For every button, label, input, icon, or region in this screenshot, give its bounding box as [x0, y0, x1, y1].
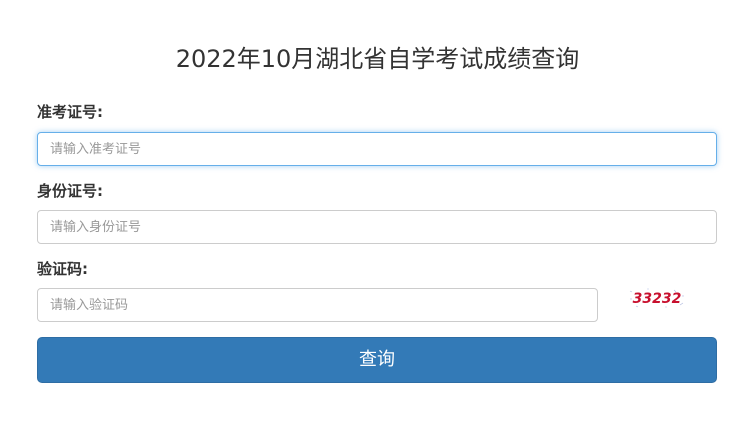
exam-id-label: 准考证号: — [37, 103, 103, 121]
query-button[interactable]: 查询 — [37, 337, 717, 383]
captcha-label: 验证码: — [37, 260, 88, 278]
id-number-input[interactable] — [37, 210, 717, 244]
captcha-image[interactable]: 33232 — [628, 287, 686, 309]
captcha-text: 33232 — [633, 291, 682, 307]
captcha-input[interactable] — [37, 288, 598, 322]
id-number-label: 身份证号: — [37, 182, 103, 200]
page-title: 2022年10月湖北省自学考试成绩查询 — [175, 45, 580, 73]
exam-id-input[interactable] — [37, 132, 717, 166]
